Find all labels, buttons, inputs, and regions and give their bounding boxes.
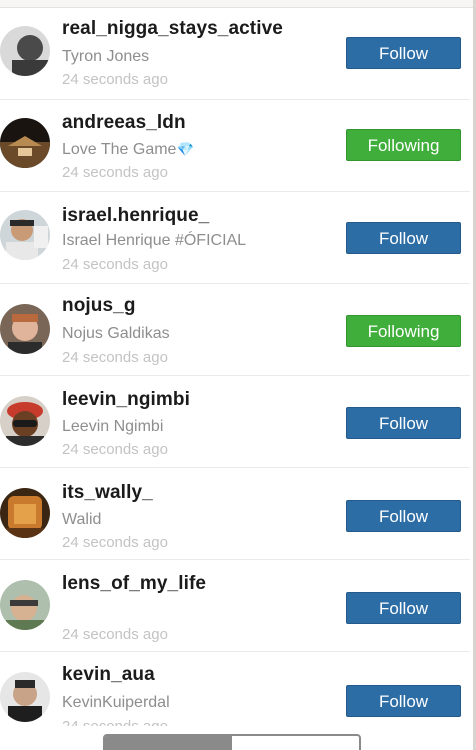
top-bar	[0, 0, 473, 8]
profile-photo-icon	[0, 26, 50, 76]
list-item[interactable]: israel.henrique_ Israel Henrique #ÓFICIA…	[0, 192, 470, 284]
username[interactable]: real_nigga_stays_active	[62, 18, 283, 40]
list-item[interactable]: lens_of_my_life 24 seconds ago Follow	[0, 560, 470, 652]
timestamp: 24 seconds ago	[62, 349, 168, 366]
gem-icon: 💎	[176, 141, 194, 157]
timestamp: 24 seconds ago	[62, 71, 168, 88]
avatar[interactable]	[0, 488, 50, 538]
timestamp: 24 seconds ago	[62, 441, 168, 458]
profile-photo-icon	[0, 210, 50, 260]
profile-photo-icon	[0, 304, 50, 354]
segment-left[interactable]	[105, 736, 232, 750]
full-name: Leevin Ngimbi	[62, 418, 164, 435]
timestamp: 24 seconds ago	[62, 256, 168, 273]
profile-photo-icon	[0, 488, 50, 538]
profile-photo-icon	[0, 580, 50, 630]
username[interactable]: its_wally_	[62, 482, 153, 504]
full-name: Tyron Jones	[62, 48, 150, 65]
full-name: Love The Game💎	[62, 141, 194, 159]
list-item[interactable]: real_nigga_stays_active Tyron Jones 24 s…	[0, 8, 470, 100]
segment-right[interactable]	[232, 736, 359, 750]
timestamp: 24 seconds ago	[62, 534, 168, 551]
timestamp: 24 seconds ago	[62, 164, 168, 181]
timestamp: 24 seconds ago	[62, 626, 168, 643]
username[interactable]: lens_of_my_life	[62, 573, 206, 595]
username[interactable]: nojus_g	[62, 295, 136, 317]
timestamp: 24 seconds ago	[62, 718, 168, 726]
avatar[interactable]	[0, 210, 50, 260]
profile-photo-icon	[0, 118, 50, 168]
list-item[interactable]: leevin_ngimbi Leevin Ngimbi 24 seconds a…	[0, 376, 470, 468]
avatar[interactable]	[0, 396, 50, 446]
full-name-text: Love The Game	[62, 141, 177, 158]
full-name: KevinKuiperdal	[62, 694, 170, 711]
username[interactable]: leevin_ngimbi	[62, 389, 190, 411]
list-item[interactable]: its_wally_ Walid 24 seconds ago Follow	[0, 468, 470, 560]
avatar[interactable]	[0, 304, 50, 354]
full-name: Nojus Galdikas	[62, 325, 170, 342]
follow-button[interactable]: Follow	[346, 685, 461, 717]
username[interactable]: israel.henrique_	[62, 205, 209, 227]
username[interactable]: andreeas_ldn	[62, 112, 186, 134]
avatar[interactable]	[0, 580, 50, 630]
list-item[interactable]: andreeas_ldn Love The Game💎 24 seconds a…	[0, 100, 470, 192]
profile-photo-icon	[0, 672, 50, 722]
list-item[interactable]: nojus_g Nojus Galdikas 24 seconds ago Fo…	[0, 284, 470, 376]
follow-button[interactable]: Follow	[346, 592, 461, 624]
follow-button[interactable]: Follow	[346, 222, 461, 254]
follow-button[interactable]: Follow	[346, 500, 461, 532]
segmented-control[interactable]	[103, 734, 361, 750]
avatar[interactable]	[0, 118, 50, 168]
username[interactable]: kevin_aua	[62, 664, 155, 686]
following-button[interactable]: Following	[346, 315, 461, 347]
profile-photo-icon	[0, 396, 50, 446]
follow-button[interactable]: Follow	[346, 407, 461, 439]
avatar[interactable]	[0, 26, 50, 76]
follow-list-panel: real_nigga_stays_active Tyron Jones 24 s…	[0, 0, 476, 750]
full-name: Israel Henrique #ÓFICIAL	[62, 232, 247, 249]
avatar[interactable]	[0, 672, 50, 722]
list-item[interactable]: kevin_aua KevinKuiperdal 24 seconds ago …	[0, 652, 470, 742]
following-button[interactable]: Following	[346, 129, 461, 161]
follow-button[interactable]: Follow	[346, 37, 461, 69]
full-name: Walid	[62, 511, 102, 528]
